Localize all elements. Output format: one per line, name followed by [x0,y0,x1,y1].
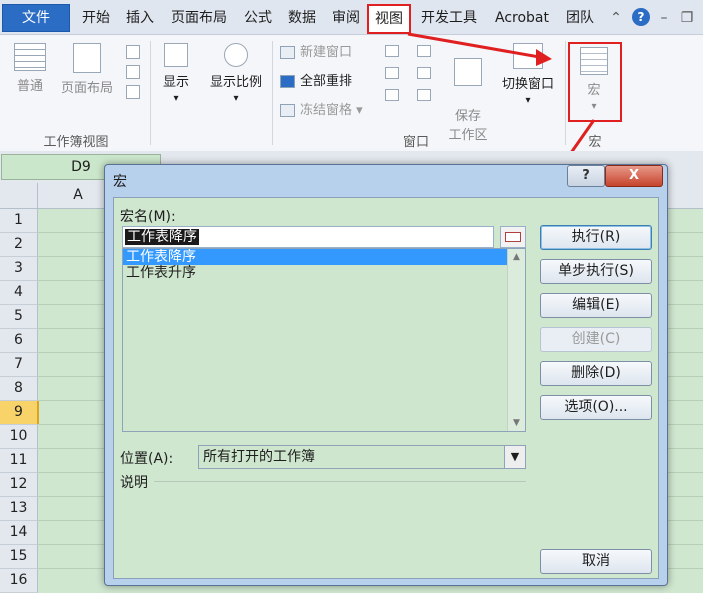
row-header[interactable]: 13 [0,497,38,521]
row-header[interactable]: 3 [0,257,38,281]
run-button[interactable]: 执行(R) [540,225,652,250]
row-header[interactable]: 14 [0,521,38,545]
macro-list-item[interactable]: 工作表升序 [123,265,525,281]
dialog-body: 宏名(M): 工作表降序 工作表降序 工作表升序 ▲ ▼ 执行(R) 单步执行(… [113,197,659,579]
location-select[interactable]: 所有打开的工作簿 ▼ [198,445,526,469]
scroll-down-icon[interactable]: ▼ [508,418,525,428]
step-into-button[interactable]: 单步执行(S) [540,259,652,284]
cancel-button[interactable]: 取消 [540,549,652,574]
create-button[interactable]: 创建(C) [540,327,652,352]
macro-name-label: 宏名(M): [120,209,176,225]
collapse-dialog-glyph [505,232,521,242]
collapse-dialog-icon[interactable] [500,226,526,248]
arrow-view-to-macro [407,32,546,60]
row-header[interactable]: 11 [0,449,38,473]
macro-list-scrollbar[interactable]: ▲ ▼ [507,249,525,431]
dialog-help-button[interactable]: ? [567,165,605,187]
row-header[interactable]: 12 [0,473,38,497]
location-value: 所有打开的工作簿 [203,449,315,465]
dialog-close-button[interactable]: X [605,165,663,187]
row-header[interactable]: 2 [0,233,38,257]
macro-name-value: 工作表降序 [125,229,199,245]
row-header[interactable]: 15 [0,545,38,569]
row-header[interactable]: 8 [0,377,38,401]
description-label: 说明 [120,475,148,491]
row-header[interactable]: 6 [0,329,38,353]
row-header[interactable]: 7 [0,353,38,377]
edit-button[interactable]: 编辑(E) [540,293,652,318]
row-header-selected[interactable]: 9 [0,401,39,425]
delete-button[interactable]: 删除(D) [540,361,652,386]
row-header[interactable]: 5 [0,305,38,329]
row-header[interactable]: 1 [0,209,38,233]
dialog-title: 宏 [113,174,127,190]
row-header[interactable]: 16 [0,569,38,593]
row-header[interactable]: 4 [0,281,38,305]
select-all-corner[interactable] [0,183,38,209]
options-button[interactable]: 选项(O)... [540,395,652,420]
macro-list-item-selected[interactable]: 工作表降序 [123,249,525,265]
row-header[interactable]: 10 [0,425,38,449]
dropdown-arrow-icon[interactable]: ▼ [504,446,525,468]
location-label: 位置(A): [120,451,174,467]
macro-name-input[interactable]: 工作表降序 [122,226,494,248]
description-divider [154,481,526,482]
macro-dialog: 宏 ? X 宏名(M): 工作表降序 工作表降序 工作表升序 ▲ ▼ 执行(R)… [104,164,668,586]
scroll-up-icon[interactable]: ▲ [508,252,525,262]
macro-list[interactable]: 工作表降序 工作表升序 ▲ ▼ [122,248,526,432]
arrow-head [536,49,552,66]
